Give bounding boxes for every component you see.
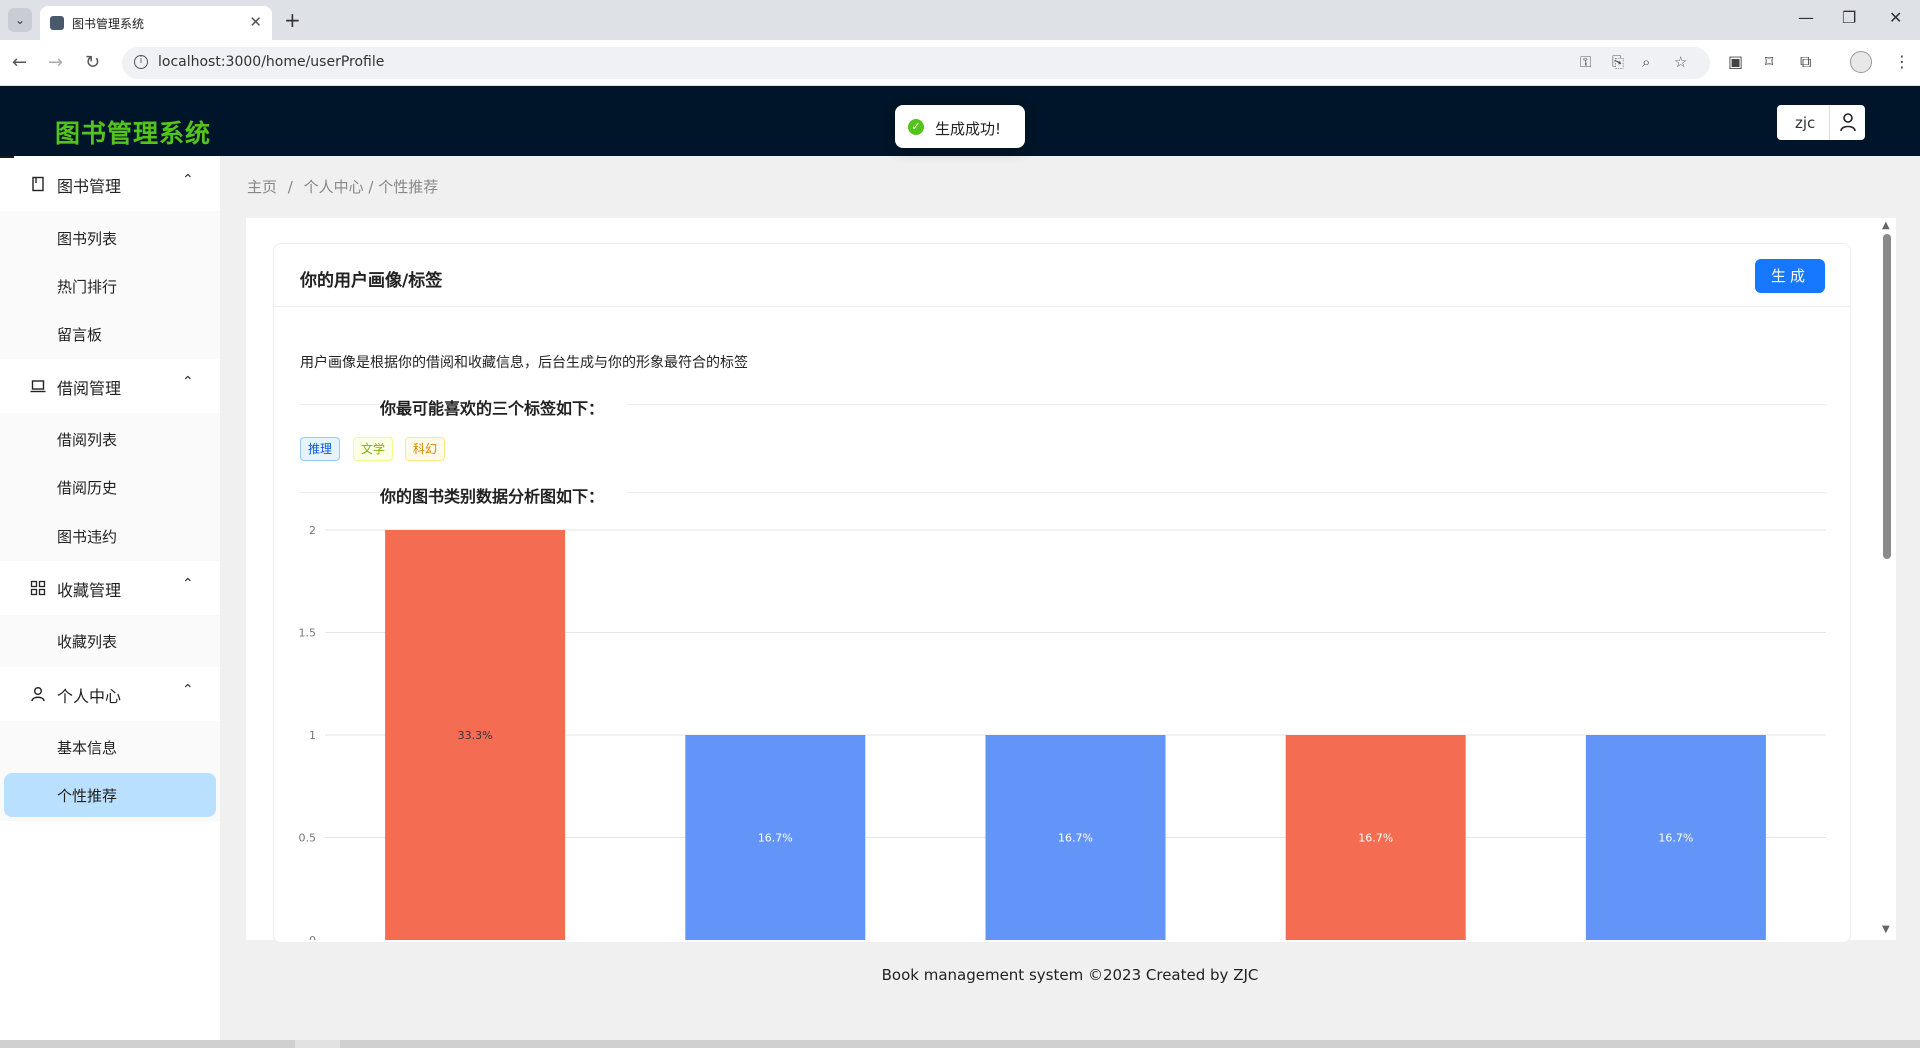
footer: Book management system ©2023 Created by … bbox=[881, 966, 1259, 984]
category-bar-chart: 2 1.5 1 0.5 0 33.3% 16.7% 16.7% 16.7% 16.7% bbox=[299, 524, 1826, 940]
tab-search-button[interactable]: ⌄ bbox=[8, 8, 32, 32]
site-info-icon[interactable]: i bbox=[134, 55, 148, 69]
profile-avatar-icon[interactable] bbox=[1850, 51, 1872, 73]
sidebar-item-borrow-history[interactable]: 借阅历史 bbox=[57, 477, 117, 498]
scroll-up-icon[interactable]: ▲ bbox=[1882, 220, 1890, 231]
chevron-up-icon: ⌃ bbox=[182, 576, 194, 592]
breadcrumb: 主页 / 个人中心 / 个性推荐 bbox=[247, 176, 438, 197]
back-icon[interactable]: ← bbox=[12, 52, 27, 73]
tag-scifi: 科幻 bbox=[405, 437, 446, 461]
sidebar-item-book-violation[interactable]: 图书违约 bbox=[57, 526, 117, 547]
menu-group-label: 图书管理 bbox=[57, 177, 122, 196]
user-menu[interactable]: zjc bbox=[1777, 105, 1865, 140]
browser-tabbar: ⌄ 图书管理系统 ✕ + — ❐ ✕ bbox=[0, 0, 1920, 40]
chevron-up-icon: ⌃ bbox=[182, 374, 194, 390]
window-close-icon[interactable]: ✕ bbox=[1889, 8, 1902, 27]
menu-group-label: 借阅管理 bbox=[57, 379, 122, 398]
zoom-icon[interactable]: ⌕ bbox=[1642, 53, 1650, 71]
user-icon bbox=[31, 687, 45, 702]
react-favicon-icon bbox=[50, 16, 64, 30]
sidebar-item-book-list[interactable]: 图书列表 bbox=[57, 228, 117, 249]
bookmark-star-icon[interactable]: ☆ bbox=[1674, 53, 1687, 71]
app-logo: 图书管理系统 bbox=[55, 119, 212, 148]
reload-icon[interactable]: ↻ bbox=[85, 52, 100, 73]
breadcrumb-home[interactable]: 主页 bbox=[247, 178, 277, 196]
sidebar-item-message-board[interactable]: 留言板 bbox=[57, 324, 102, 345]
minimize-icon[interactable]: — bbox=[1798, 8, 1814, 27]
y-tick-label: 0 bbox=[309, 934, 316, 940]
extensions-puzzle-icon[interactable]: ⧉ bbox=[1800, 52, 1811, 72]
success-toast: ✓ 生成成功! bbox=[895, 105, 1025, 148]
chevron-up-icon: ⌃ bbox=[182, 682, 194, 698]
menu-group-favorite[interactable]: 收藏管理 ⌃ bbox=[0, 562, 220, 615]
submenu-borrow: 借阅列表 借阅历史 图书违约 bbox=[0, 413, 220, 561]
bar-value-label: 16.7% bbox=[1658, 832, 1693, 845]
submenu-book: 图书列表 热门排行 留言板 bbox=[0, 211, 220, 359]
bar-value-label: 16.7% bbox=[1058, 832, 1093, 845]
address-bar[interactable]: i localhost:3000/home/userProfile ⚿ ⎘ ⌕ … bbox=[122, 47, 1710, 79]
menu-group-label: 收藏管理 bbox=[57, 581, 122, 600]
toast-message: 生成成功! bbox=[935, 120, 1002, 138]
tag-literature: 文学 bbox=[353, 437, 394, 461]
browser-tab[interactable]: 图书管理系统 ✕ bbox=[40, 6, 272, 40]
horizontal-scrollbar[interactable] bbox=[0, 1040, 1920, 1048]
y-tick-label: 1 bbox=[309, 729, 316, 742]
scroll-down-icon[interactable]: ▼ bbox=[1882, 924, 1890, 935]
check-circle-icon: ✓ bbox=[908, 119, 924, 135]
laptop-icon bbox=[30, 380, 46, 393]
book-icon bbox=[32, 176, 44, 192]
password-key-icon[interactable]: ⚿ bbox=[1580, 53, 1591, 71]
browser-toolbar: ← → ↻ i localhost:3000/home/userProfile … bbox=[0, 40, 1920, 86]
reading-list-icon[interactable]: ⌑ bbox=[1765, 52, 1773, 71]
generate-button[interactable]: 生成 bbox=[1755, 259, 1825, 293]
extension-app-icon[interactable]: ▣ bbox=[1728, 52, 1743, 71]
sidebar-item-borrow-list[interactable]: 借阅列表 bbox=[57, 429, 117, 450]
user-icon[interactable] bbox=[1839, 112, 1857, 132]
submenu-personal: 基本信息 个性推荐 bbox=[0, 721, 220, 821]
breadcrumb-current: 个人中心 / 个性推荐 bbox=[303, 178, 439, 196]
card-header-divider bbox=[274, 306, 1850, 307]
install-app-icon[interactable]: ⎘ bbox=[1612, 53, 1624, 71]
menu-group-borrow[interactable]: 借阅管理 ⌃ bbox=[0, 360, 220, 413]
y-tick-label: 2 bbox=[309, 524, 316, 537]
y-tick-label: 1.5 bbox=[299, 627, 317, 640]
sidebar-item-basic-info[interactable]: 基本信息 bbox=[57, 737, 117, 758]
sidebar-item-recommend[interactable]: 个性推荐 bbox=[57, 785, 117, 806]
url-text: localhost:3000/home/userProfile bbox=[158, 54, 385, 70]
card-title: 你的用户画像/标签 bbox=[300, 271, 443, 291]
y-tick-label: 0.5 bbox=[299, 832, 317, 845]
browser-menu-icon[interactable]: ⋮ bbox=[1894, 52, 1910, 71]
user-divider bbox=[1829, 105, 1830, 140]
tab-close-icon[interactable]: ✕ bbox=[249, 13, 262, 31]
sidebar-item-favorite-list[interactable]: 收藏列表 bbox=[57, 631, 117, 652]
horizontal-scrollbar-thumb[interactable] bbox=[295, 1040, 340, 1048]
profile-description: 用户画像是根据你的借阅和收藏信息，后台生成与你的形象最符合的标签 bbox=[300, 355, 748, 371]
username: zjc bbox=[1795, 114, 1816, 132]
breadcrumb-separator: / bbox=[287, 178, 293, 196]
bar-value-label: 33.3% bbox=[458, 729, 493, 742]
appstore-icon bbox=[30, 580, 46, 596]
restore-icon[interactable]: ❐ bbox=[1842, 8, 1856, 27]
bar-value-label: 16.7% bbox=[758, 832, 793, 845]
chart-title: 你的图书类别数据分析图如下： bbox=[380, 483, 627, 507]
tags-title: 你最可能喜欢的三个标签如下： bbox=[380, 395, 627, 419]
submenu-favorite: 收藏列表 bbox=[0, 615, 220, 667]
menu-group-book[interactable]: 图书管理 ⌃ bbox=[0, 158, 220, 211]
menu-group-personal[interactable]: 个人中心 ⌃ bbox=[0, 668, 220, 721]
tag-reasoning: 推理 bbox=[300, 437, 341, 461]
bar-value-label: 16.7% bbox=[1358, 832, 1393, 845]
forward-icon[interactable]: → bbox=[48, 52, 63, 73]
menu-group-label: 个人中心 bbox=[57, 687, 122, 706]
chevron-up-icon: ⌃ bbox=[182, 172, 194, 188]
new-tab-icon[interactable]: + bbox=[284, 8, 301, 32]
sidebar-item-hot-rank[interactable]: 热门排行 bbox=[57, 276, 117, 297]
tab-title: 图书管理系统 bbox=[72, 17, 145, 31]
scrollbar-thumb[interactable] bbox=[1883, 234, 1891, 559]
